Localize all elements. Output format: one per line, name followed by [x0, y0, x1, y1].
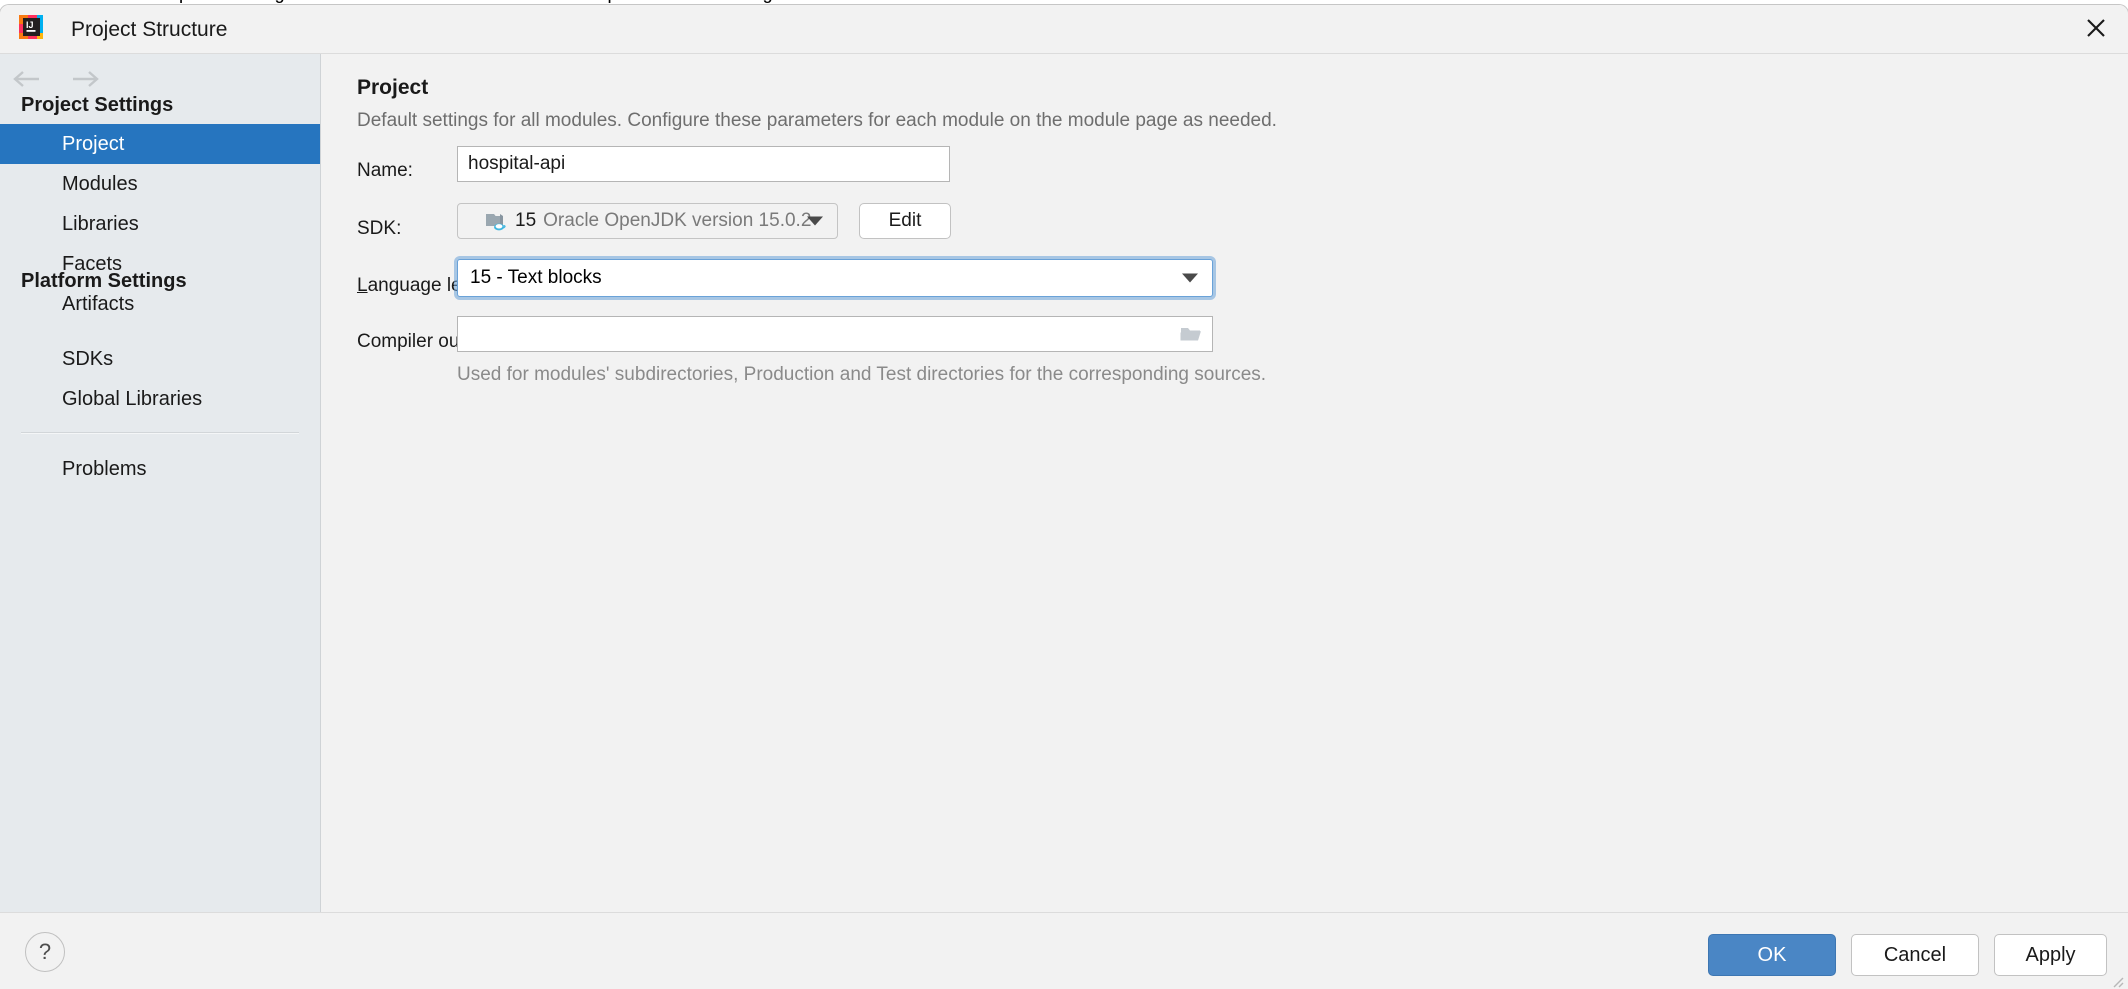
sidebar-item-label: Problems: [62, 457, 147, 480]
sidebar-item-label: Global Libraries: [62, 387, 203, 410]
sidebar-item-global-libraries[interactable]: Global Libraries: [0, 379, 320, 419]
help-question-icon[interactable]: ?: [25, 932, 65, 972]
settings-sidebar: Project Settings Project Modules Librari…: [0, 54, 321, 912]
apply-button-label: Apply: [2025, 943, 2076, 966]
dialog-footer: ? OK Cancel Apply: [0, 912, 2128, 989]
sidebar-nav-arrows: [8, 62, 104, 96]
jdk-folder-icon: [485, 211, 509, 231]
sidebar-item-modules[interactable]: Modules: [0, 164, 320, 204]
sidebar-group-platform-settings: Platform Settings: [21, 270, 187, 292]
sidebar-item-problems[interactable]: Problems: [0, 449, 320, 489]
sdk-edit-button[interactable]: Edit: [859, 203, 951, 239]
resize-grip-icon[interactable]: [2110, 974, 2124, 988]
page-title: Project: [357, 76, 429, 99]
arrow-left-icon[interactable]: [8, 62, 46, 96]
apply-button[interactable]: Apply: [1994, 934, 2107, 976]
sidebar-item-label: Libraries: [62, 212, 139, 235]
cancel-button[interactable]: Cancel: [1851, 934, 1979, 976]
arrow-right-icon[interactable]: [66, 62, 104, 96]
sdk-name: Oracle OpenJDK version 15.0.2: [543, 210, 812, 231]
ok-button[interactable]: OK: [1708, 934, 1836, 976]
name-label: Name:: [357, 160, 413, 181]
sidebar-item-label: SDKs: [62, 347, 114, 370]
chevron-down-icon: [807, 216, 823, 226]
sdk-label: SDK:: [357, 218, 402, 239]
dialog-body: Project Settings Project Modules Librari…: [0, 54, 2128, 912]
compiler-output-hint: Used for modules' subdirectories, Produc…: [457, 364, 1267, 385]
folder-browse-icon[interactable]: [1170, 324, 1212, 344]
compiler-output-input[interactable]: [457, 316, 1213, 352]
language-level-label-mnemonic: L: [357, 275, 368, 296]
dialog-titlebar: IJ Project Structure: [0, 5, 2128, 54]
sidebar-group-project-settings: Project Settings: [21, 94, 174, 116]
sidebar-item-libraries[interactable]: Libraries: [0, 204, 320, 244]
cancel-button-label: Cancel: [1883, 943, 1947, 966]
language-level-value: 15 - Text blocks: [470, 267, 602, 288]
help-button-label: ?: [38, 939, 52, 964]
sidebar-item-label: Modules: [62, 172, 138, 195]
svg-text:IJ: IJ: [26, 20, 34, 30]
project-settings-panel: Project Default settings for all modules…: [321, 54, 2128, 912]
project-structure-dialog: IJ Project Structure Project Settings Pr…: [0, 5, 2128, 989]
sidebar-divider: [21, 432, 299, 434]
sidebar-item-project[interactable]: Project: [0, 124, 320, 164]
sidebar-item-sdks[interactable]: SDKs: [0, 339, 320, 379]
sdk-edit-button-label: Edit: [888, 210, 922, 231]
page-description: Default settings for all modules. Config…: [357, 110, 1277, 131]
sidebar-item-label: Project: [62, 132, 125, 155]
name-input-value: hospital-api: [468, 153, 566, 174]
sdk-version: 15: [515, 210, 537, 231]
intellij-idea-logo-icon: IJ: [17, 13, 45, 41]
dialog-title: Project Structure: [71, 18, 228, 41]
sidebar-item-label: Artifacts: [62, 292, 135, 315]
ok-button-label: OK: [1757, 943, 1787, 966]
close-icon[interactable]: [2064, 5, 2128, 51]
language-level-combobox[interactable]: 15 - Text blocks: [457, 259, 1213, 297]
sdk-combobox[interactable]: 15 Oracle OpenJDK version 15.0.2: [457, 203, 838, 239]
name-input[interactable]: hospital-api: [457, 146, 950, 182]
chevron-down-icon: [1182, 273, 1198, 283]
